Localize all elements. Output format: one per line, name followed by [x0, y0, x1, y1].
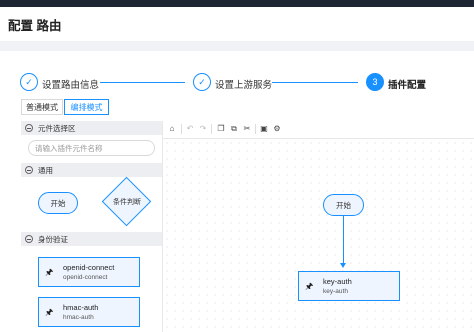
- tab-orchestration-mode[interactable]: 编排模式: [64, 99, 109, 115]
- step-1-label: 设置路由信息: [42, 80, 100, 91]
- copy-icon[interactable]: ❐: [216, 124, 226, 134]
- section-general[interactable]: 通用: [21, 163, 162, 177]
- canvas-node-key-auth[interactable]: 🖈 key-auth key-auth: [298, 271, 400, 301]
- step-1-check-icon: ✓: [20, 73, 38, 91]
- plugin-hmac-auth[interactable]: 🖈 hmac-auth hmac-auth: [38, 297, 140, 327]
- palette-header-label: 元件选择区: [38, 123, 76, 133]
- toolbar-divider: [181, 124, 182, 134]
- cut-icon[interactable]: ✂: [242, 124, 252, 134]
- step-3-label: 插件配置: [388, 80, 427, 91]
- palette-header[interactable]: 元件选择区: [21, 121, 162, 135]
- undo-icon[interactable]: ↶: [185, 124, 195, 134]
- section-auth-label: 身份验证: [38, 234, 68, 244]
- start-node-template[interactable]: 开始: [38, 192, 78, 214]
- top-bar: [0, 0, 474, 7]
- flow-arrow-icon: [340, 263, 346, 268]
- step-connector-1: [100, 82, 185, 83]
- canvas-grid[interactable]: [163, 139, 474, 332]
- canvas-start-node[interactable]: 开始: [323, 194, 364, 216]
- page-title: 配置 路由: [8, 19, 62, 33]
- step-connector-2: [272, 82, 358, 83]
- collapse-icon: [25, 166, 33, 174]
- plugin-name: key-auth: [323, 277, 352, 286]
- plugin-icon: 🖈: [305, 281, 314, 291]
- step-3-number: 3: [366, 73, 384, 91]
- redo-icon[interactable]: ↷: [198, 124, 208, 134]
- canvas-toolbar: [163, 121, 474, 139]
- flow-edge: [343, 216, 344, 264]
- header-divider: [0, 41, 474, 51]
- save-icon[interactable]: ⌂: [167, 124, 177, 134]
- paste-icon[interactable]: ⧉: [229, 124, 239, 134]
- section-auth[interactable]: 身份验证: [21, 232, 162, 246]
- section-general-label: 通用: [38, 165, 53, 175]
- step-2-label: 设置上游服务: [215, 80, 273, 91]
- plugin-icon: 🖈: [45, 307, 54, 317]
- settings-icon[interactable]: ⚙: [272, 124, 282, 134]
- image-icon[interactable]: ▣: [259, 124, 269, 134]
- plugin-subtitle: key-auth: [323, 288, 348, 295]
- plugin-openid-connect[interactable]: 🖈 openid-connect openid-connect: [38, 257, 140, 287]
- plugin-subtitle: openid-connect: [63, 274, 108, 281]
- step-2-check-icon: ✓: [193, 73, 211, 91]
- collapse-icon: [25, 235, 33, 243]
- plugin-search-input[interactable]: 请输入插件元件名称: [28, 140, 155, 156]
- toolbar-divider: [255, 124, 256, 134]
- plugin-name: hmac-auth: [63, 303, 99, 312]
- condition-node-label: 条件判断: [113, 199, 141, 206]
- plugin-subtitle: hmac-auth: [63, 314, 94, 321]
- tab-normal-mode[interactable]: 普通模式: [21, 99, 63, 115]
- collapse-icon: [25, 124, 33, 132]
- plugin-name: openid-connect: [63, 263, 115, 272]
- plugin-icon: 🖈: [45, 267, 54, 277]
- toolbar-divider: [211, 124, 212, 134]
